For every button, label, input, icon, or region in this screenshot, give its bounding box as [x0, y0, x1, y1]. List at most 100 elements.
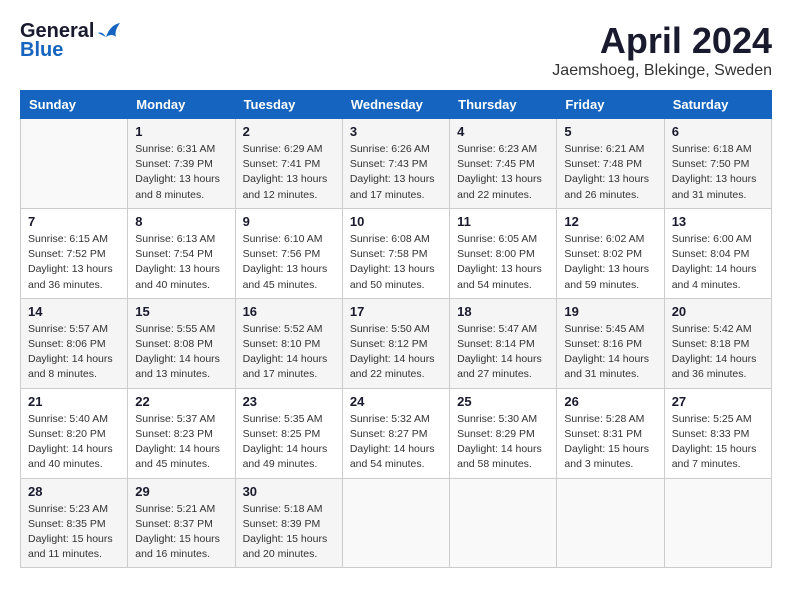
day-info: Sunrise: 5:35 AMSunset: 8:25 PMDaylight:… [243, 412, 335, 473]
calendar-cell: 12 Sunrise: 6:02 AMSunset: 8:02 PMDayligh… [557, 208, 664, 298]
calendar-cell: 3Sunrise: 6:26 AMSunset: 7:43 PMDaylight… [342, 119, 449, 209]
calendar-week-row: 28 Sunrise: 5:23 AMSunset: 8:35 PMDayligh… [21, 478, 772, 568]
header-wednesday: Wednesday [342, 91, 449, 119]
day-number: 20 [672, 304, 764, 319]
day-number: 9 [243, 214, 335, 229]
day-number: 15 [135, 304, 227, 319]
day-number: 28 [28, 484, 120, 499]
calendar-cell [21, 119, 128, 209]
calendar-cell: 2 Sunrise: 6:29 AMSunset: 7:41 PMDaylight… [235, 119, 342, 209]
calendar-cell: 18Sunrise: 5:47 AMSunset: 8:14 PMDayligh… [450, 298, 557, 388]
day-number: 30 [243, 484, 335, 499]
header-thursday: Thursday [450, 91, 557, 119]
day-number: 13 [672, 214, 764, 229]
calendar-cell: 15 Sunrise: 5:55 AMSunset: 8:08 PMDayligh… [128, 298, 235, 388]
logo-blue: Blue [20, 39, 63, 62]
day-info: Sunrise: 6:23 AMSunset: 7:45 PMDaylight:… [457, 142, 549, 203]
day-info: Sunrise: 6:15 AMSunset: 7:52 PMDaylight:… [28, 232, 120, 293]
header-monday: Monday [128, 91, 235, 119]
day-number: 21 [28, 394, 120, 409]
day-number: 16 [243, 304, 335, 319]
day-info: Sunrise: 5:18 AMSunset: 8:39 PMDaylight:… [243, 502, 335, 563]
calendar: SundayMondayTuesdayWednesdayThursdayFrid… [20, 90, 772, 568]
calendar-cell [557, 478, 664, 568]
calendar-cell: 1Sunrise: 6:31 AMSunset: 7:39 PMDaylight… [128, 119, 235, 209]
calendar-cell: 27 Sunrise: 5:25 AMSunset: 8:33 PMDayligh… [664, 388, 771, 478]
day-number: 1 [135, 124, 227, 139]
day-info: Sunrise: 5:30 AMSunset: 8:29 PMDaylight:… [457, 412, 549, 473]
month-title: April 2024 [552, 20, 772, 62]
calendar-cell [342, 478, 449, 568]
calendar-cell: 6Sunrise: 6:18 AMSunset: 7:50 PMDaylight… [664, 119, 771, 209]
day-info: Sunrise: 5:42 AMSunset: 8:18 PMDaylight:… [672, 322, 764, 383]
day-number: 27 [672, 394, 764, 409]
calendar-cell: 28 Sunrise: 5:23 AMSunset: 8:35 PMDayligh… [21, 478, 128, 568]
day-number: 18 [457, 304, 549, 319]
day-number: 12 [564, 214, 656, 229]
calendar-cell: 29 Sunrise: 5:21 AMSunset: 8:37 PMDayligh… [128, 478, 235, 568]
title-area: April 2024 Jaemshoeg, Blekinge, Sweden [552, 20, 772, 80]
calendar-week-row: 14 Sunrise: 5:57 AMSunset: 8:06 PMDayligh… [21, 298, 772, 388]
day-number: 11 [457, 214, 549, 229]
calendar-cell: 10 Sunrise: 6:08 AMSunset: 7:58 PMDayligh… [342, 208, 449, 298]
day-number: 26 [564, 394, 656, 409]
calendar-cell: 16 Sunrise: 5:52 AMSunset: 8:10 PMDayligh… [235, 298, 342, 388]
day-info: Sunrise: 5:21 AMSunset: 8:37 PMDaylight:… [135, 502, 227, 563]
day-info: Sunrise: 6:08 AMSunset: 7:58 PMDaylight:… [350, 232, 442, 293]
header: General Blue April 2024 Jaemshoeg, Bleki… [20, 20, 772, 80]
day-info: Sunrise: 5:45 AMSunset: 8:16 PMDaylight:… [564, 322, 656, 383]
day-info: Sunrise: 6:05 AMSunset: 8:00 PMDaylight:… [457, 232, 549, 293]
logo: General Blue [20, 20, 120, 62]
header-saturday: Saturday [664, 91, 771, 119]
calendar-cell [664, 478, 771, 568]
day-info: Sunrise: 5:40 AMSunset: 8:20 PMDaylight:… [28, 412, 120, 473]
day-info: Sunrise: 6:18 AMSunset: 7:50 PMDaylight:… [672, 142, 764, 203]
calendar-cell: 26 Sunrise: 5:28 AMSunset: 8:31 PMDayligh… [557, 388, 664, 478]
calendar-cell: 11 Sunrise: 6:05 AMSunset: 8:00 PMDayligh… [450, 208, 557, 298]
day-number: 7 [28, 214, 120, 229]
calendar-cell: 25 Sunrise: 5:30 AMSunset: 8:29 PMDayligh… [450, 388, 557, 478]
calendar-cell: 9Sunrise: 6:10 AMSunset: 7:56 PMDaylight… [235, 208, 342, 298]
day-info: Sunrise: 6:21 AMSunset: 7:48 PMDaylight:… [564, 142, 656, 203]
day-number: 3 [350, 124, 442, 139]
calendar-cell: 23 Sunrise: 5:35 AMSunset: 8:25 PMDayligh… [235, 388, 342, 478]
day-number: 25 [457, 394, 549, 409]
calendar-cell: 7 Sunrise: 6:15 AMSunset: 7:52 PMDaylight… [21, 208, 128, 298]
day-number: 14 [28, 304, 120, 319]
day-number: 4 [457, 124, 549, 139]
day-number: 5 [564, 124, 656, 139]
calendar-week-row: 21 Sunrise: 5:40 AMSunset: 8:20 PMDayligh… [21, 388, 772, 478]
day-info: Sunrise: 6:29 AMSunset: 7:41 PMDaylight:… [243, 142, 335, 203]
day-info: Sunrise: 6:00 AMSunset: 8:04 PMDaylight:… [672, 232, 764, 293]
header-friday: Friday [557, 91, 664, 119]
calendar-cell: 17Sunrise: 5:50 AMSunset: 8:12 PMDayligh… [342, 298, 449, 388]
calendar-cell [450, 478, 557, 568]
day-info: Sunrise: 5:55 AMSunset: 8:08 PMDaylight:… [135, 322, 227, 383]
day-number: 2 [243, 124, 335, 139]
day-info: Sunrise: 5:32 AMSunset: 8:27 PMDaylight:… [350, 412, 442, 473]
day-info: Sunrise: 5:37 AMSunset: 8:23 PMDaylight:… [135, 412, 227, 473]
calendar-cell: 4 Sunrise: 6:23 AMSunset: 7:45 PMDaylight… [450, 119, 557, 209]
calendar-cell: 13 Sunrise: 6:00 AMSunset: 8:04 PMDayligh… [664, 208, 771, 298]
day-info: Sunrise: 5:52 AMSunset: 8:10 PMDaylight:… [243, 322, 335, 383]
day-info: Sunrise: 6:02 AMSunset: 8:02 PMDaylight:… [564, 232, 656, 293]
day-info: Sunrise: 5:57 AMSunset: 8:06 PMDaylight:… [28, 322, 120, 383]
calendar-cell: 19Sunrise: 5:45 AMSunset: 8:16 PMDayligh… [557, 298, 664, 388]
day-number: 10 [350, 214, 442, 229]
day-number: 23 [243, 394, 335, 409]
calendar-cell: 20 Sunrise: 5:42 AMSunset: 8:18 PMDayligh… [664, 298, 771, 388]
calendar-week-row: 1Sunrise: 6:31 AMSunset: 7:39 PMDaylight… [21, 119, 772, 209]
day-info: Sunrise: 5:25 AMSunset: 8:33 PMDaylight:… [672, 412, 764, 473]
day-info: Sunrise: 5:28 AMSunset: 8:31 PMDaylight:… [564, 412, 656, 473]
day-number: 17 [350, 304, 442, 319]
day-info: Sunrise: 6:13 AMSunset: 7:54 PMDaylight:… [135, 232, 227, 293]
day-info: Sunrise: 5:23 AMSunset: 8:35 PMDaylight:… [28, 502, 120, 563]
location: Jaemshoeg, Blekinge, Sweden [552, 62, 772, 80]
calendar-cell: 30 Sunrise: 5:18 AMSunset: 8:39 PMDayligh… [235, 478, 342, 568]
header-tuesday: Tuesday [235, 91, 342, 119]
day-number: 22 [135, 394, 227, 409]
calendar-week-row: 7 Sunrise: 6:15 AMSunset: 7:52 PMDaylight… [21, 208, 772, 298]
day-number: 24 [350, 394, 442, 409]
day-number: 8 [135, 214, 227, 229]
day-number: 29 [135, 484, 227, 499]
